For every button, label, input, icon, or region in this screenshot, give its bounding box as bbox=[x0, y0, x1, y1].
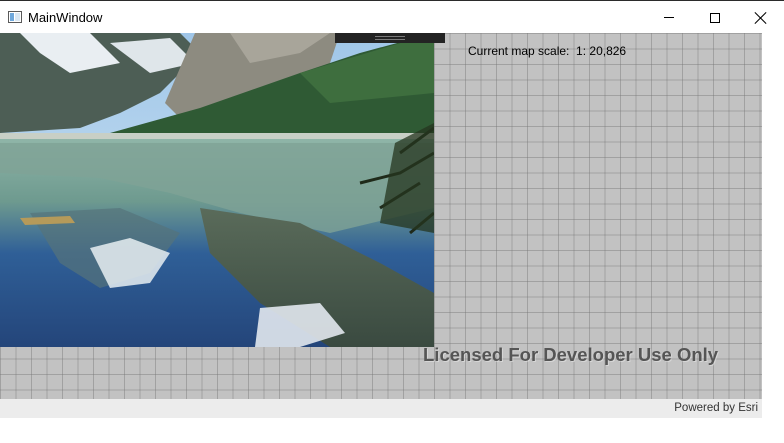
app-window-icon bbox=[8, 11, 22, 23]
window-edge bbox=[762, 33, 784, 418]
attribution-text[interactable]: Powered by Esri bbox=[674, 402, 758, 414]
title-bar[interactable]: MainWindow bbox=[0, 0, 784, 33]
map-scale-label: Current map scale: bbox=[468, 44, 570, 58]
window-title: MainWindow bbox=[28, 10, 103, 25]
maximize-icon bbox=[710, 12, 720, 23]
map-scale-readout: Current map scale: 1: 20,826 bbox=[468, 44, 626, 58]
attribution-bar: Powered by Esri bbox=[0, 399, 762, 418]
minimize-icon bbox=[664, 17, 674, 18]
close-icon bbox=[755, 12, 767, 24]
map-view[interactable]: Current map scale: 1: 20,826 Licensed Fo… bbox=[0, 33, 762, 399]
license-watermark: Licensed For Developer Use Only bbox=[423, 344, 719, 365]
panel-drag-handle[interactable] bbox=[335, 33, 445, 43]
lake-mountain-photo-layer bbox=[0, 33, 434, 347]
map-scale-value: 1: 20,826 bbox=[576, 44, 627, 58]
minimize-button[interactable] bbox=[646, 1, 692, 34]
maximize-button[interactable] bbox=[692, 1, 738, 34]
close-button[interactable] bbox=[738, 1, 784, 34]
